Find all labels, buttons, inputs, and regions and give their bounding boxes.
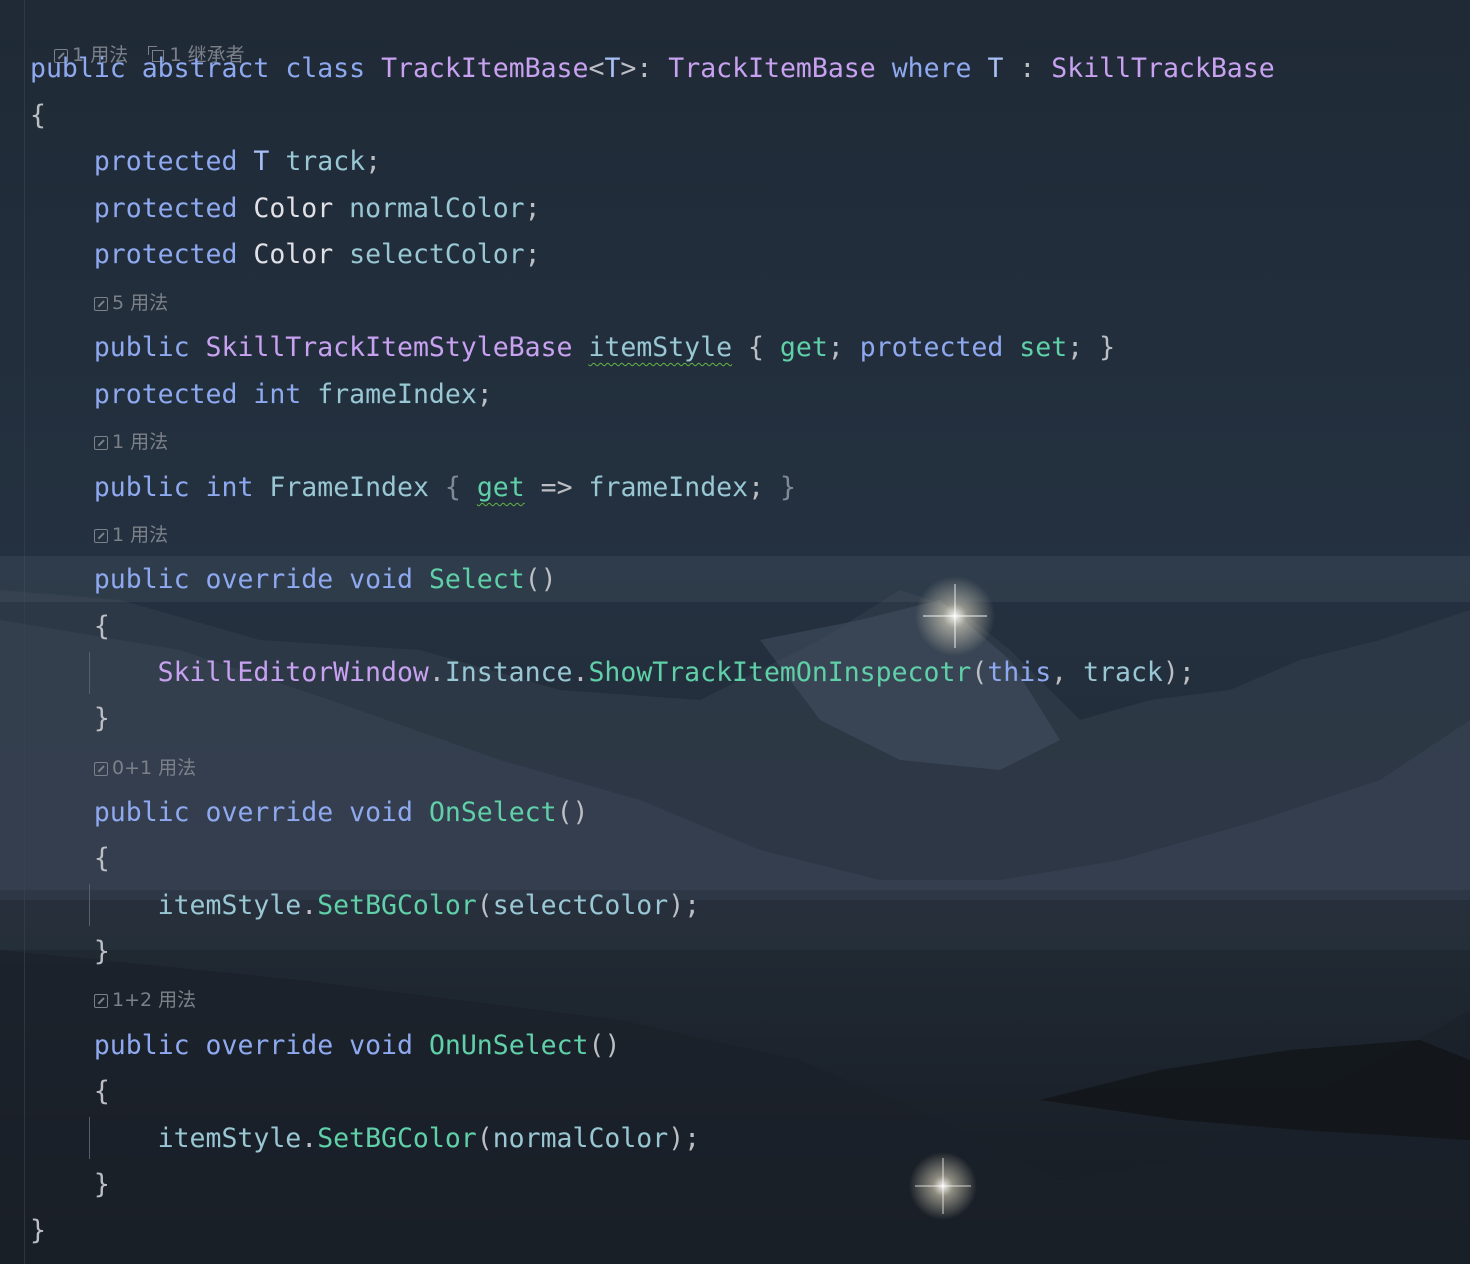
inlay-hint-Select[interactable]: 1 用法 [94,520,168,550]
code-line-class-declaration[interactable]: public abstract class TrackItemBase<T>: … [30,46,1275,92]
usages-icon [94,762,108,776]
code-line-OnUnSelect-method[interactable]: public override void OnUnSelect() [30,1023,621,1069]
code-line-Select-close-brace[interactable]: } [30,696,110,742]
code-line-OnSelect-body[interactable]: itemStyle.SetBGColor(selectColor); [30,883,701,929]
code-line-Select-body[interactable]: SkillEditorWindow.Instance.ShowTrackItem… [30,650,1195,696]
usages-icon [94,994,108,1008]
code-editor[interactable]: 1 用法 1 继承者 public abstract class TrackIt… [0,0,1470,1264]
inlay-hint-itemStyle[interactable]: 5 用法 [94,288,168,318]
code-line-open-brace[interactable]: { [30,93,46,139]
code-line-OnSelect-method[interactable]: public override void OnSelect() [30,790,589,836]
inlay-hint-OnUnSelect[interactable]: 1+2 用法 [94,985,196,1015]
code-line-OnUnSelect-body[interactable]: itemStyle.SetBGColor(normalColor); [30,1116,701,1162]
inlay-hint-class[interactable]: 1 用法 1 继承者 [30,10,245,66]
gutter-divider [24,0,25,1264]
code-line-OnUnSelect-open-brace[interactable]: { [30,1069,110,1115]
usages-icon [94,529,108,543]
inlay-hint-OnSelect[interactable]: 0+1 用法 [94,753,196,783]
code-line-track-field[interactable]: protected T track; [30,139,381,185]
code-line-Select-method[interactable]: public override void Select() [30,557,557,603]
code-line-OnSelect-open-brace[interactable]: { [30,836,110,882]
code-line-normalColor-field[interactable]: protected Color normalColor; [30,186,541,232]
code-line-class-close-brace[interactable]: } [30,1208,46,1254]
inlay-hint-FrameIndex[interactable]: 1 用法 [94,427,168,457]
usages-icon [94,436,108,450]
code-line-FrameIndex-property[interactable]: public int FrameIndex { get => frameInde… [30,465,796,511]
code-line-itemStyle-property[interactable]: public SkillTrackItemStyleBase itemStyle… [30,325,1115,371]
code-line-frameIndex-field[interactable]: protected int frameIndex; [30,372,493,418]
code-line-Select-open-brace[interactable]: { [30,604,110,650]
code-line-OnUnSelect-close-brace[interactable]: } [30,1162,110,1208]
code-line-selectColor-field[interactable]: protected Color selectColor; [30,232,541,278]
code-line-OnSelect-close-brace[interactable]: } [30,929,110,975]
usages-icon [94,297,108,311]
